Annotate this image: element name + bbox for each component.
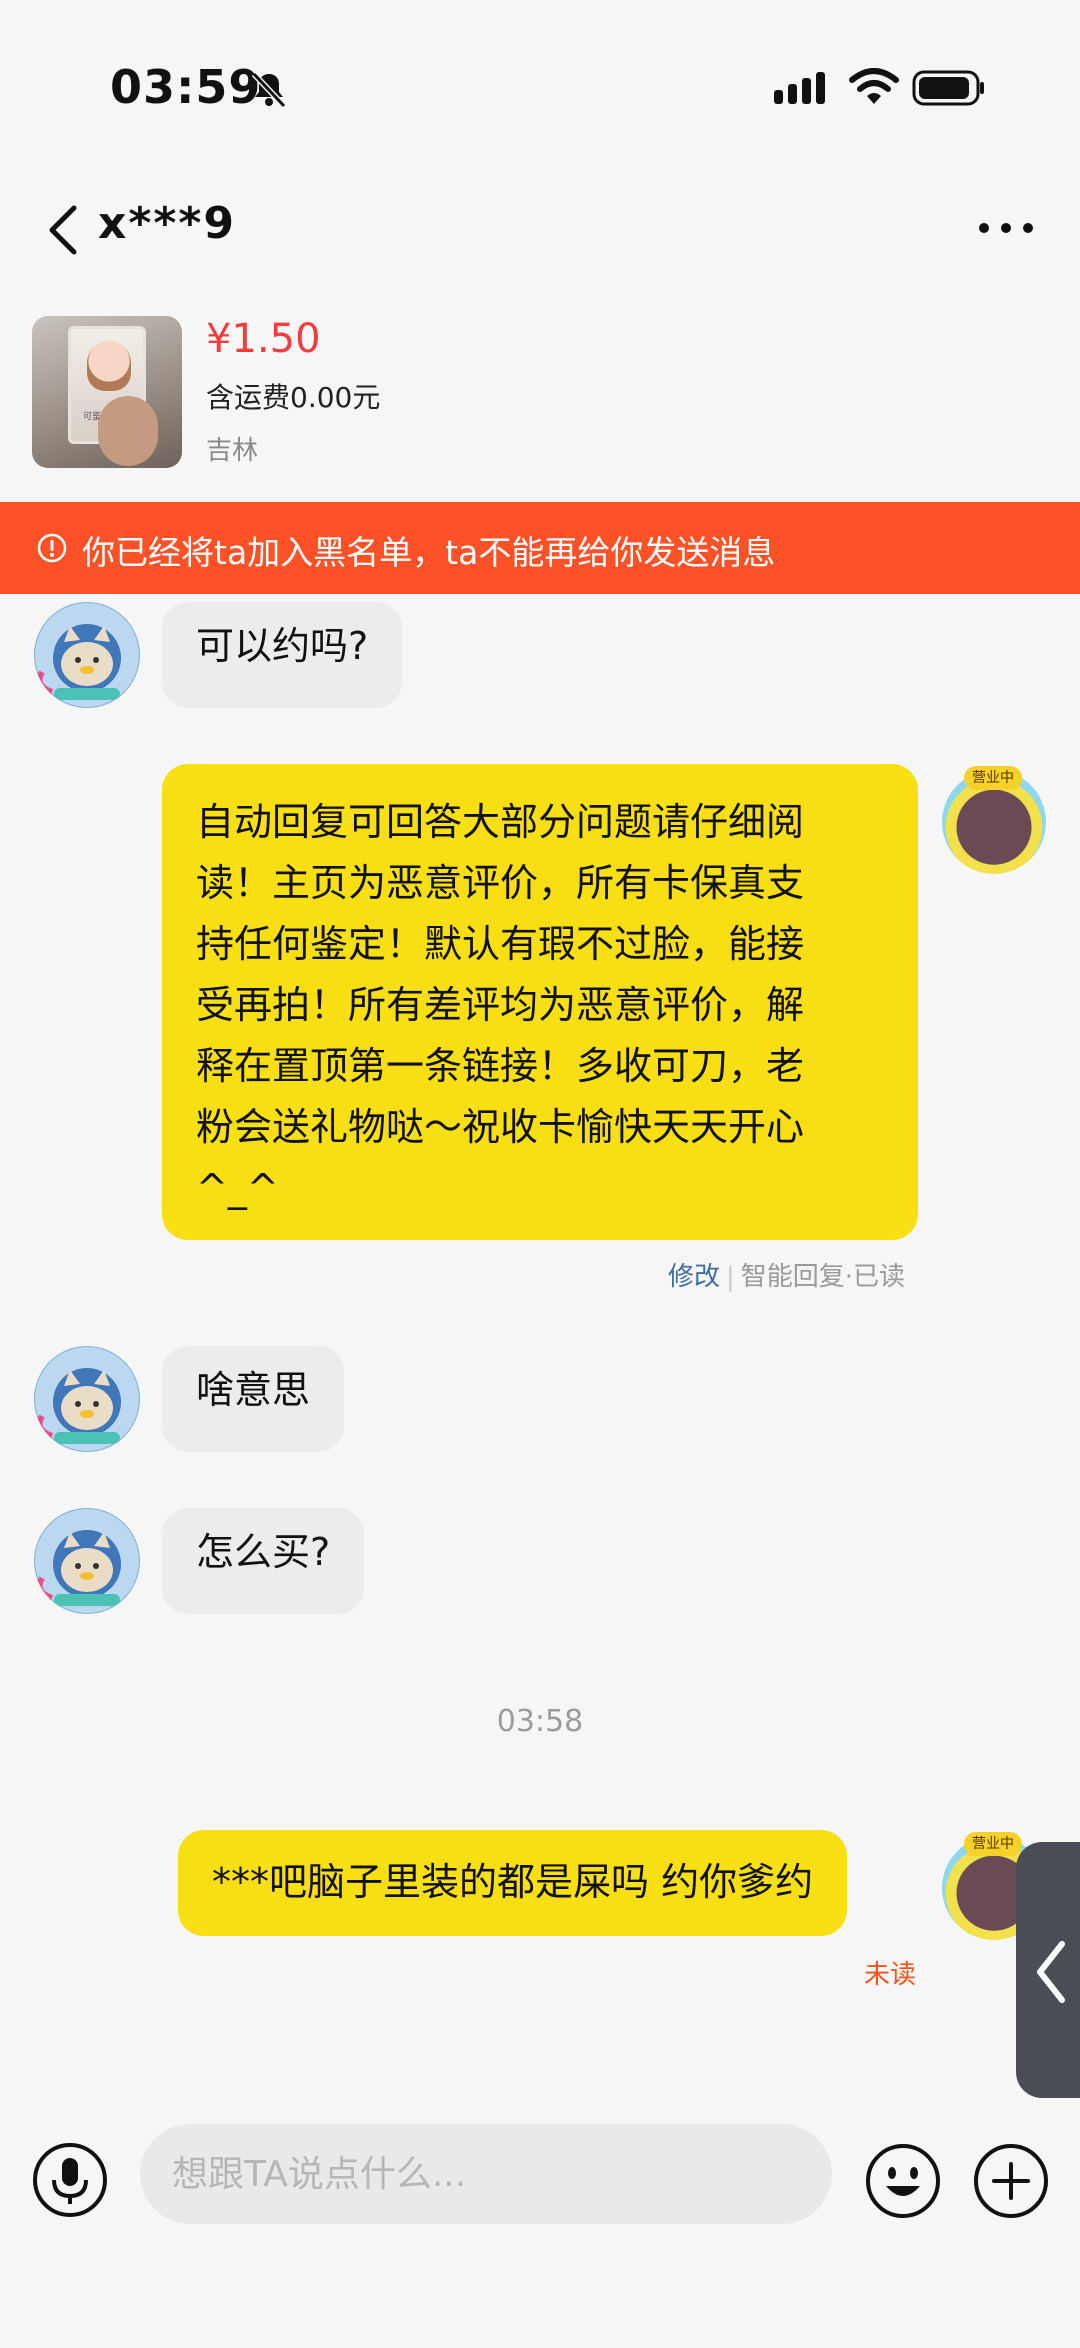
more-icon[interactable] xyxy=(976,216,1036,240)
plus-icon[interactable] xyxy=(972,2142,1050,2220)
message-line: ^_^ xyxy=(196,1166,279,1210)
chevron-left-icon xyxy=(1037,1941,1065,2003)
message-line: 自动回复可回答大部分问题请仔细阅 xyxy=(196,800,805,844)
product-card[interactable]: 可鉴定 ¥1.50 含运费0.00元 吉林 xyxy=(0,316,1080,476)
status-badge: 营业中 xyxy=(964,766,1022,790)
unread-status: 未读 xyxy=(864,1960,917,1990)
cat-avatar-image xyxy=(35,1509,139,1613)
message-timestamp: 03:58 xyxy=(496,1704,584,1739)
emoji-icon[interactable] xyxy=(864,2142,942,2220)
message-line: 粉会送礼物哒～祝收卡愉快天天开心 xyxy=(196,1105,805,1149)
message-bubble-outgoing[interactable]: ***吧脑子里装的都是屎吗 约你爹约 xyxy=(178,1830,848,1936)
contact-avatar[interactable] xyxy=(34,1346,140,1452)
product-price: ¥1.50 xyxy=(206,316,321,362)
cat-avatar-image xyxy=(35,603,139,707)
message-text: 怎么买? xyxy=(196,1530,331,1574)
wifi-icon xyxy=(849,68,899,104)
signal-icon xyxy=(774,72,825,104)
message-text: ***吧脑子里装的都是屎吗 约你爹约 xyxy=(212,1860,814,1904)
microphone-icon[interactable] xyxy=(32,2142,108,2218)
status-time: 03:59 xyxy=(110,60,262,114)
message-bubble-incoming[interactable]: 可以约吗? xyxy=(162,602,403,708)
blacklist-banner: 你已经将ta加入黑名单，ta不能再给你发送消息 xyxy=(0,502,1080,594)
message-text: 可以约吗? xyxy=(196,624,369,668)
message-input[interactable] xyxy=(140,2124,832,2224)
message-status: 智能回复·已读 xyxy=(740,1262,906,1292)
message-line: 持任何鉴定！默认有瑕不过脸，能接 xyxy=(196,922,805,966)
message-text: 啥意思 xyxy=(196,1368,311,1412)
self-avatar[interactable]: 营业中 xyxy=(942,766,1046,874)
edit-link[interactable]: 修改 xyxy=(668,1262,720,1292)
product-shipping: 含运费0.00元 xyxy=(206,381,381,414)
message-bubble-incoming[interactable]: 啥意思 xyxy=(162,1346,345,1452)
product-thumbnail[interactable]: 可鉴定 xyxy=(32,316,182,468)
side-drawer-handle[interactable] xyxy=(1016,1842,1080,2098)
input-bar xyxy=(0,2112,1080,2242)
status-badge: 营业中 xyxy=(964,1832,1022,1856)
message-line: 受再拍！所有差评均为恶意评价，解 xyxy=(196,983,805,1027)
message-bubble-incoming[interactable]: 怎么买? xyxy=(162,1508,365,1614)
chat-header: x***9 xyxy=(0,180,1080,310)
battery-icon xyxy=(912,70,984,106)
banner-text: 你已经将ta加入黑名单，ta不能再给你发送消息 xyxy=(82,533,776,572)
status-bar: 03:59 xyxy=(0,0,1080,180)
product-location: 吉林 xyxy=(206,436,259,466)
message-line: 读！主页为恶意评价，所有卡保真支 xyxy=(196,861,805,905)
warning-icon xyxy=(37,533,67,563)
message-meta: 修改 | 智能回复·已读 xyxy=(668,1262,906,1292)
message-line: 释在置顶第一条链接！多收可刀，老 xyxy=(196,1044,805,1088)
back-icon[interactable] xyxy=(44,202,84,258)
chat-title: x***9 xyxy=(98,198,237,249)
contact-avatar[interactable] xyxy=(34,602,140,708)
contact-avatar[interactable] xyxy=(34,1508,140,1614)
message-bubble-outgoing[interactable]: 自动回复可回答大部分问题请仔细阅 读！主页为恶意评价，所有卡保真支 持任何鉴定！… xyxy=(162,764,918,1240)
bell-muted-icon xyxy=(251,71,287,109)
cat-avatar-image xyxy=(35,1347,139,1451)
